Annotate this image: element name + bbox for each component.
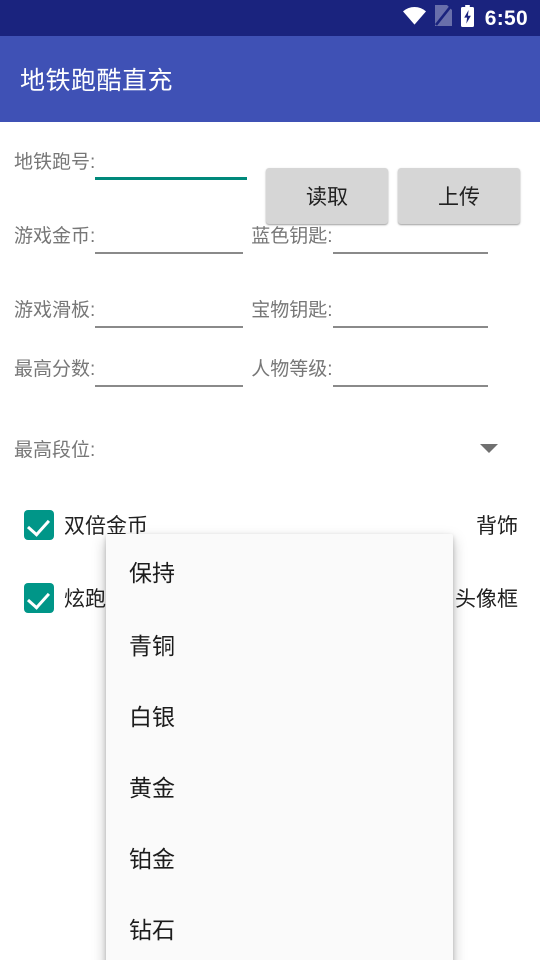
rank-dropdown-menu[interactable]: 保持 青铜 白银 黄金 铂金 钻石 王者 xyxy=(106,534,453,960)
read-button[interactable]: 读取 xyxy=(266,168,388,224)
input-game-coins[interactable] xyxy=(95,222,244,254)
field-label-blue-key: 蓝色钥匙: xyxy=(251,226,333,247)
status-bar: 6:50 xyxy=(0,0,540,36)
checkbox-label-back-accessory: 背饰 xyxy=(476,515,518,538)
field-game-coins: 游戏金币: xyxy=(0,222,244,254)
chevron-down-icon xyxy=(480,443,498,453)
checkbox-checked-icon[interactable] xyxy=(24,583,54,613)
field-subway-id: 地铁跑号: xyxy=(0,148,248,180)
status-bar-clock: 6:50 xyxy=(484,6,528,30)
battery-charging-icon xyxy=(460,4,474,32)
wifi-icon xyxy=(402,6,426,30)
field-label-subway-id: 地铁跑号: xyxy=(14,152,96,173)
dropdown-option[interactable]: 黄金 xyxy=(106,750,453,821)
app-title: 地铁跑酷直充 xyxy=(20,67,174,95)
field-label-game-board: 游戏滑板: xyxy=(14,300,96,321)
field-game-board: 游戏滑板: xyxy=(0,296,244,328)
field-blue-key: 蓝色钥匙: xyxy=(243,222,488,254)
main-content: 地铁跑号: 读取 上传 游戏金币: 蓝色钥匙: 游戏滑板: 宝物钥匙: 最高分数… xyxy=(0,122,540,960)
input-high-score[interactable] xyxy=(95,355,244,387)
field-label-treasure-key: 宝物钥匙: xyxy=(251,300,333,321)
form-row-board-treasurekey: 游戏滑板: 宝物钥匙: xyxy=(0,296,540,328)
input-character-level[interactable] xyxy=(332,355,488,387)
checkbox-avatar-frame[interactable]: 头像框 xyxy=(455,583,518,613)
form-row-rank: 最高段位: xyxy=(0,430,540,466)
field-label-rank: 最高段位: xyxy=(14,439,96,461)
no-sim-icon xyxy=(434,5,452,31)
dropdown-option[interactable]: 铂金 xyxy=(106,821,453,892)
checkbox-label-avatar-frame: 头像框 xyxy=(455,588,518,611)
field-high-score: 最高分数: xyxy=(0,355,244,387)
dropdown-option[interactable]: 保持 xyxy=(106,534,453,608)
form-row-highscore-level: 最高分数: 人物等级: xyxy=(0,355,540,387)
form-row-coins-bluekey: 游戏金币: 蓝色钥匙: xyxy=(0,222,540,254)
dropdown-option[interactable]: 白银 xyxy=(106,679,453,750)
input-subway-id[interactable] xyxy=(95,148,248,180)
field-label-game-coins: 游戏金币: xyxy=(14,226,96,247)
form-row-account: 地铁跑号: 读取 上传 xyxy=(0,148,540,224)
field-label-high-score: 最高分数: xyxy=(14,359,96,380)
field-label-character-level: 人物等级: xyxy=(251,359,333,380)
input-game-board[interactable] xyxy=(95,296,244,328)
field-treasure-key: 宝物钥匙: xyxy=(243,296,488,328)
dropdown-option[interactable]: 青铜 xyxy=(106,608,453,679)
input-blue-key[interactable] xyxy=(332,222,488,254)
checkbox-checked-icon[interactable] xyxy=(24,510,54,540)
input-treasure-key[interactable] xyxy=(332,296,488,328)
app-bar: 地铁跑酷直充 xyxy=(0,36,540,122)
rank-spinner[interactable] xyxy=(95,430,540,466)
dropdown-option[interactable]: 钻石 xyxy=(106,892,453,960)
upload-button[interactable]: 上传 xyxy=(398,168,520,224)
checkbox-back-accessory[interactable]: 背饰 xyxy=(476,510,518,540)
field-character-level: 人物等级: xyxy=(243,355,488,387)
